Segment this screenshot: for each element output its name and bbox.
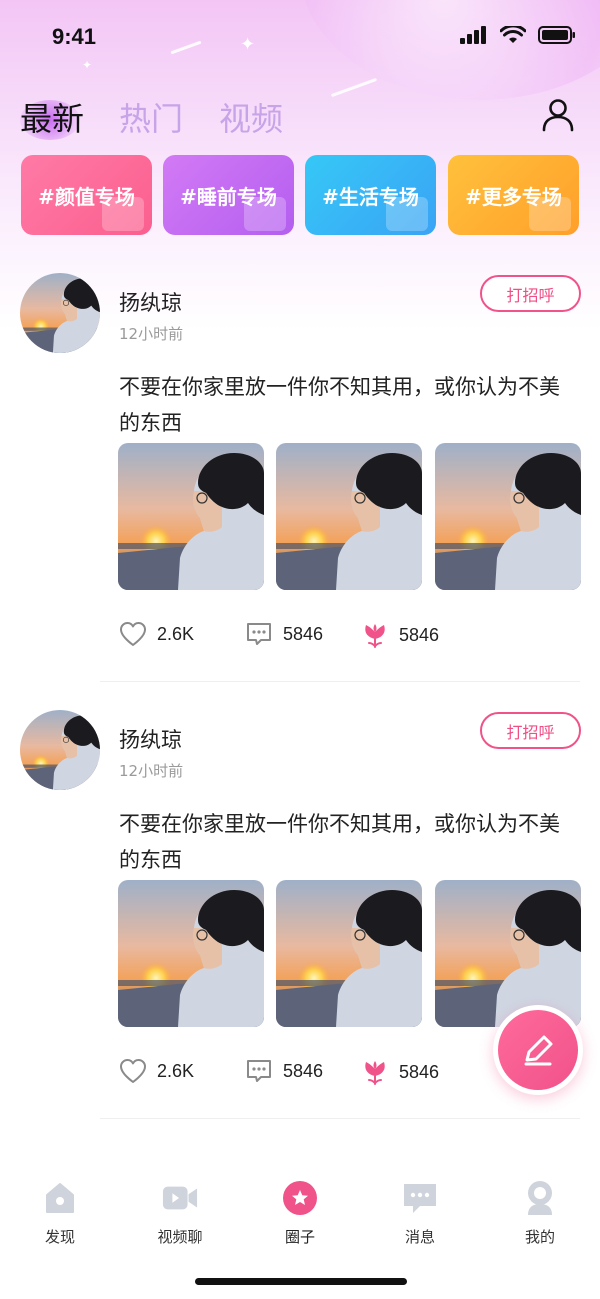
post-text: 不要在你家里放一件你不知其用，或你认为不美的东西 xyxy=(119,375,560,435)
tab-video[interactable]: 视频 xyxy=(219,94,283,140)
nav-messages[interactable]: 消息 xyxy=(360,1180,480,1247)
nav-video-chat[interactable]: 视频聊 xyxy=(120,1180,240,1247)
signal-icon xyxy=(460,26,486,44)
category-chip-looks[interactable]: #颜值专场 xyxy=(21,155,152,235)
divider xyxy=(100,1118,580,1119)
star-icon xyxy=(282,1180,318,1216)
category-chip-life[interactable]: #生活专场 xyxy=(305,155,436,235)
nav-label: 视频聊 xyxy=(157,1228,203,1246)
heart-icon xyxy=(120,622,146,646)
nav-label: 我的 xyxy=(524,1228,555,1246)
nav-label: 消息 xyxy=(404,1228,435,1246)
flower-icon xyxy=(365,624,385,648)
greet-button[interactable]: 打招呼 xyxy=(480,275,581,312)
compose-button[interactable] xyxy=(493,1005,583,1095)
comment-count: 5846 xyxy=(283,1060,324,1081)
post-photo[interactable] xyxy=(118,880,264,1027)
wifi-icon xyxy=(500,26,526,43)
comment-stat[interactable]: 5846 xyxy=(245,621,323,647)
heart-icon xyxy=(120,1059,146,1083)
tab-hot[interactable]: 热门 xyxy=(119,94,183,140)
video-icon xyxy=(162,1180,198,1216)
category-chip-more[interactable]: #更多专场 xyxy=(448,155,579,235)
status-time: 9:41 xyxy=(52,24,97,49)
nav-label: 发现 xyxy=(44,1228,75,1246)
post-photos xyxy=(118,443,581,590)
post-card: 扬纨琼 12小时前 打招呼 不要在你家里放一件你不知其用，或你认为不美的东西 2… xyxy=(0,273,600,683)
post-text: 不要在你家里放一件你不知其用，或你认为不美的东西 xyxy=(119,812,560,872)
nav-label: 圈子 xyxy=(284,1228,315,1246)
category-chip-label: #更多专场 xyxy=(465,184,562,209)
status-bar: 9:41 xyxy=(0,18,600,58)
nav-discover[interactable]: 发现 xyxy=(0,1180,120,1247)
edit-icon xyxy=(524,1035,553,1066)
avatar[interactable] xyxy=(20,273,100,353)
post-photo[interactable] xyxy=(276,880,422,1027)
message-icon xyxy=(402,1180,438,1216)
avatar[interactable] xyxy=(20,710,100,790)
nav-me[interactable]: 我的 xyxy=(480,1180,600,1247)
post-time: 12小时前 xyxy=(119,325,184,343)
comment-icon xyxy=(247,623,271,645)
category-chip-label: #睡前专场 xyxy=(180,184,277,209)
post-photo[interactable] xyxy=(435,443,581,590)
flower-count: 5846 xyxy=(399,1061,440,1082)
post-photos xyxy=(118,880,581,1027)
status-icons xyxy=(460,26,576,44)
flower-count: 5846 xyxy=(399,624,440,645)
flower-stat[interactable]: 5846 xyxy=(361,1058,439,1086)
user-icon[interactable] xyxy=(540,96,576,132)
comment-icon xyxy=(247,1060,271,1082)
home-indicator[interactable] xyxy=(195,1278,407,1285)
home-icon xyxy=(42,1180,78,1216)
greet-button[interactable]: 打招呼 xyxy=(480,712,581,749)
like-stat[interactable]: 2.6K xyxy=(119,621,194,647)
tab-latest[interactable]: 最新 xyxy=(20,94,84,140)
like-count: 2.6K xyxy=(157,623,195,644)
post-photo[interactable] xyxy=(435,880,581,1027)
comment-stat[interactable]: 5846 xyxy=(245,1058,323,1084)
post-photo[interactable] xyxy=(276,443,422,590)
sparkle-icon: ✦ xyxy=(82,58,93,72)
post-username[interactable]: 扬纨琼 xyxy=(119,724,182,754)
divider xyxy=(100,681,580,682)
category-chip-label: #颜值专场 xyxy=(38,184,135,209)
post-time: 12小时前 xyxy=(119,762,184,780)
category-chips: #颜值专场 #睡前专场 #生活专场 #更多专场 xyxy=(21,155,581,235)
feed-tabs: 最新 热门 视频 xyxy=(0,90,600,140)
like-stat[interactable]: 2.6K xyxy=(119,1058,194,1084)
comment-count: 5846 xyxy=(283,623,324,644)
like-count: 2.6K xyxy=(157,1060,195,1081)
compose-button-inner xyxy=(498,1010,578,1090)
category-chip-bedtime[interactable]: #睡前专场 xyxy=(163,155,294,235)
nav-circle[interactable]: 圈子 xyxy=(240,1180,360,1247)
flower-stat[interactable]: 5846 xyxy=(361,621,439,649)
post-stats: 2.6K 5846 5846 xyxy=(119,621,579,653)
flower-icon xyxy=(365,1061,385,1085)
post-username[interactable]: 扬纨琼 xyxy=(119,287,182,317)
category-chip-label: #生活专场 xyxy=(322,184,419,209)
bottom-nav: 发现 视频聊 圈子 消息 我的 xyxy=(0,1160,600,1260)
battery-icon xyxy=(538,26,575,44)
profile-icon xyxy=(522,1180,558,1216)
post-photo[interactable] xyxy=(118,443,264,590)
